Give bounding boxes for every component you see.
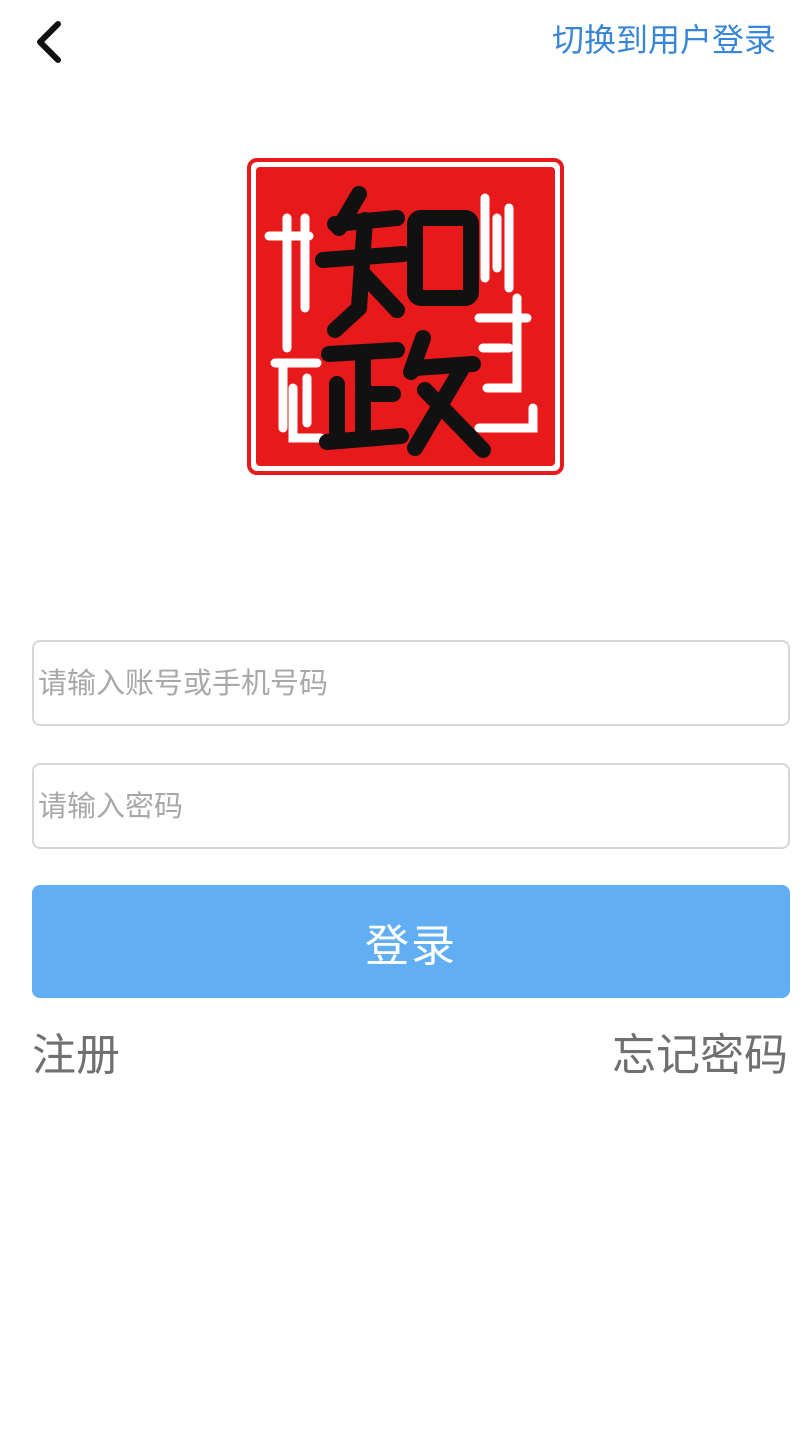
back-button[interactable] <box>22 14 78 70</box>
logo <box>247 158 564 475</box>
password-input[interactable] <box>38 765 784 847</box>
seal-logo-icon <box>247 158 564 475</box>
login-button[interactable]: 登录 <box>32 885 790 998</box>
account-input-container[interactable] <box>32 640 790 726</box>
chevron-left-icon <box>37 21 61 63</box>
password-input-container[interactable] <box>32 763 790 849</box>
switch-to-user-login-link[interactable]: 切换到用户登录 <box>552 20 776 60</box>
account-input[interactable] <box>38 642 784 724</box>
register-link[interactable]: 注册 <box>32 1028 120 1084</box>
forgot-password-link[interactable]: 忘记密码 <box>612 1028 788 1084</box>
